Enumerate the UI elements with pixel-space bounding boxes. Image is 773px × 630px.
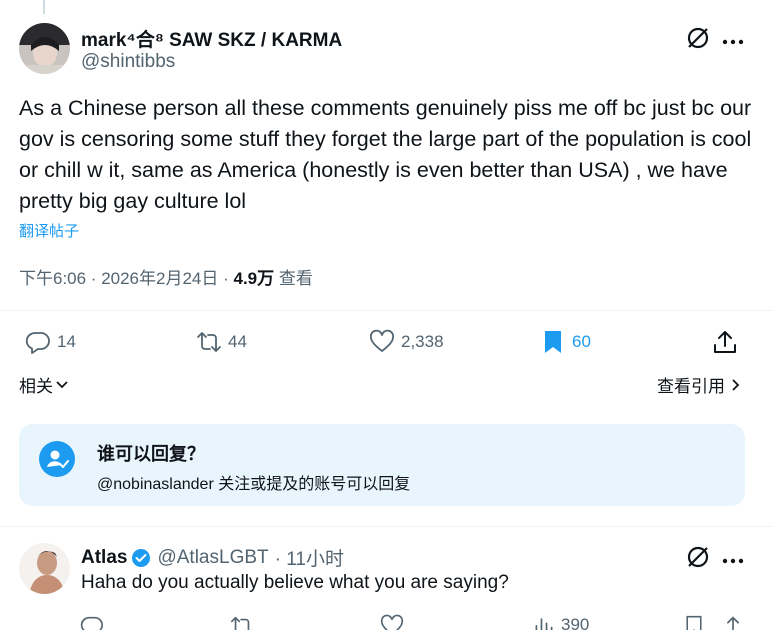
author-display-name[interactable]: mark⁴合⁸ SAW SKZ / KARMA [81, 25, 342, 52]
repost-icon[interactable] [230, 614, 254, 630]
translate-post-link[interactable]: 翻译帖子 [19, 220, 79, 241]
grok-icon[interactable] [685, 25, 711, 51]
author-handle-row: @shintibbs [81, 51, 175, 73]
more-options-icon[interactable] [722, 33, 744, 45]
grok-icon[interactable] [685, 544, 711, 570]
related-label: 相关 [19, 377, 53, 396]
reply-views-count: 390 [561, 615, 590, 630]
reply-avatar-image [19, 543, 70, 594]
reply-author-row: Atlas @AtlasLGBT · 11小时 [81, 544, 344, 571]
user-check-icon [39, 441, 75, 477]
reply-text: Haha do you actually believe what you ar… [81, 572, 509, 593]
bookmark-icon[interactable] [683, 614, 705, 630]
reply-icon [25, 332, 50, 354]
reply-time[interactable]: · 11小时 [275, 544, 344, 571]
share-icon [714, 331, 736, 353]
repost-icon [197, 332, 221, 352]
views-count: 4.9万 [233, 269, 275, 288]
share-button[interactable] [712, 329, 738, 355]
divider [0, 526, 773, 527]
tweet-meta: 下午6:06 · 2026年2月24日 · 4.9万 查看 [19, 264, 313, 289]
related-dropdown[interactable]: 相关 [19, 372, 69, 397]
chevron-down-icon [56, 380, 68, 388]
reply-icon[interactable] [80, 614, 104, 630]
heart-icon [370, 329, 394, 352]
quotes-label: 查看引用 [657, 377, 725, 396]
bookmark-icon [545, 331, 561, 353]
reply-button[interactable]: 14 [25, 329, 76, 355]
analytics-icon [535, 618, 553, 630]
share-icon[interactable] [722, 614, 744, 630]
divider [0, 310, 773, 311]
heart-icon[interactable] [380, 614, 404, 630]
reply-count: 14 [57, 332, 76, 351]
repost-count: 44 [228, 332, 247, 351]
like-count: 2,338 [401, 332, 444, 351]
reply-avatar[interactable] [19, 543, 70, 594]
author-name-row: mark⁴合⁸ SAW SKZ / KARMA [81, 25, 342, 52]
more-options-icon[interactable] [722, 552, 744, 564]
bookmark-count: 60 [572, 332, 591, 351]
thread-connector-line [43, 0, 45, 14]
view-quotes-link[interactable]: 查看引用 [657, 372, 741, 397]
verified-badge-icon [132, 548, 151, 567]
reply-handle[interactable]: @AtlasLGBT [157, 547, 268, 569]
reply-restriction-subtitle: @nobinaslander 关注或提及的账号可以回复 [97, 476, 411, 493]
repost-button[interactable]: 44 [196, 329, 247, 355]
tweet-timestamp[interactable]: 下午6:06 · 2026年2月24日 · [19, 269, 233, 288]
tweet-text: As a Chinese person all these comments g… [19, 96, 752, 213]
reply-restriction-banner: 谁可以回复？ @nobinaslander 关注或提及的账号可以回复 [19, 424, 745, 506]
reply-restriction-title: 谁可以回复？ [97, 444, 205, 464]
chevron-right-icon [732, 378, 740, 391]
views-button[interactable]: 390 [533, 614, 589, 630]
avatar-image [19, 23, 70, 74]
bookmark-button[interactable]: 60 [540, 329, 591, 355]
avatar[interactable] [19, 23, 70, 74]
author-handle[interactable]: @shintibbs [81, 51, 175, 73]
views-label: 查看 [274, 269, 313, 288]
reply-display-name[interactable]: Atlas [81, 547, 127, 569]
like-button[interactable]: 2,338 [369, 329, 444, 355]
